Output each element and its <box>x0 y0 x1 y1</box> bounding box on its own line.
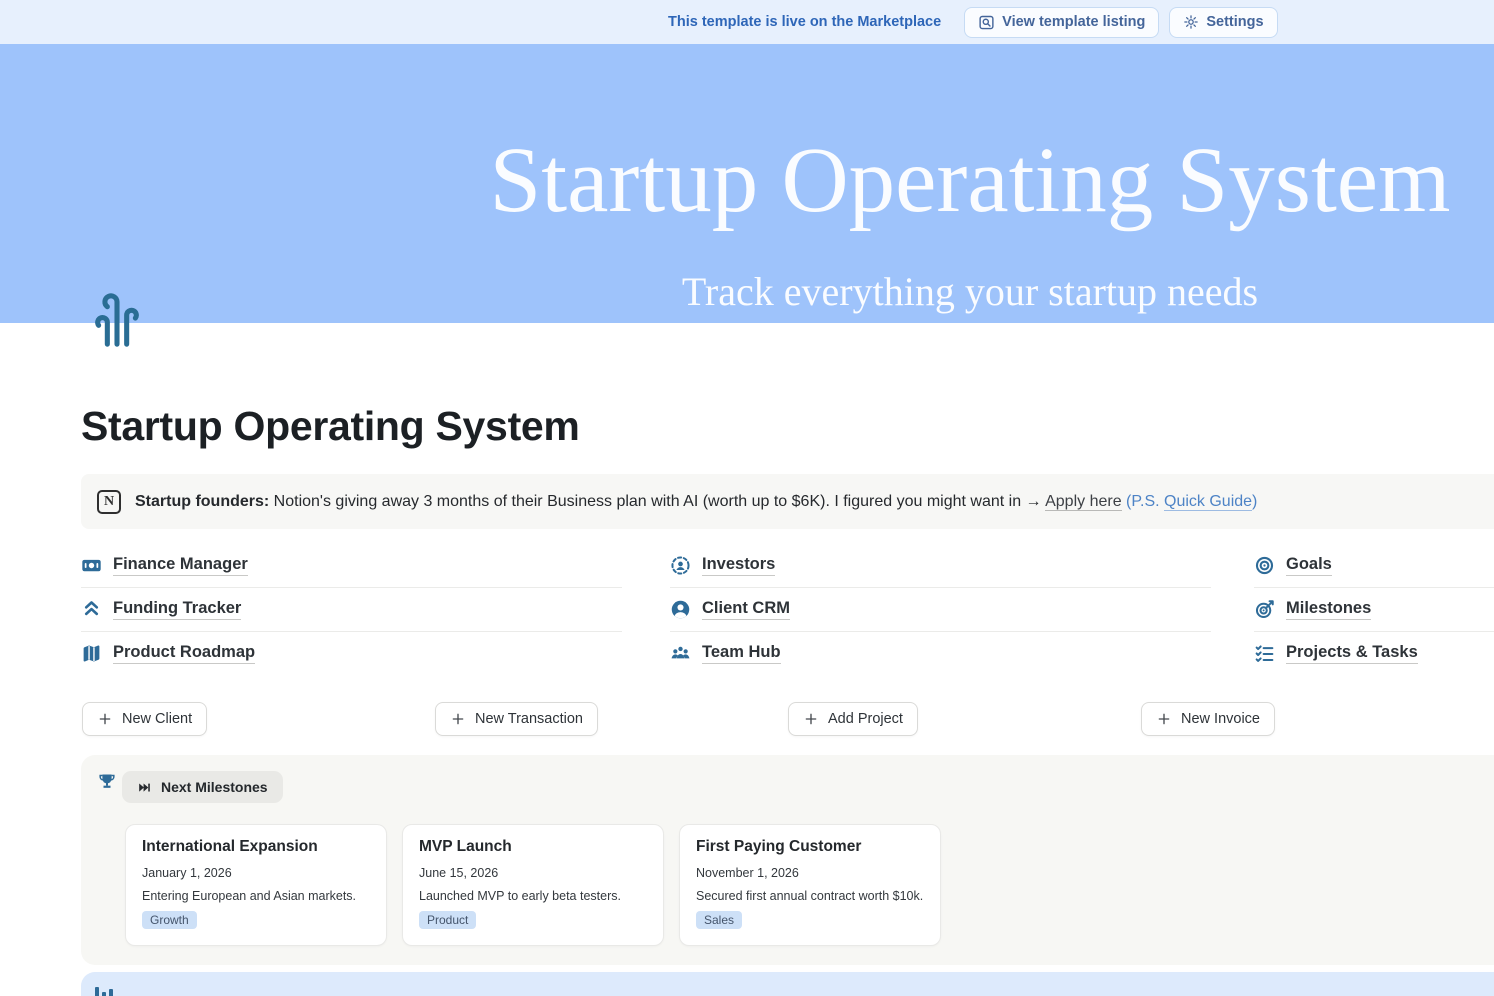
page-link-label: Investors <box>702 555 775 577</box>
page-link-label: Product Roadmap <box>113 643 255 665</box>
ps-text: (P.S. <box>1122 493 1164 510</box>
cover-title: Startup Operating System <box>0 130 1494 232</box>
milestone-description: Launched MVP to early beta testers. <box>419 889 647 903</box>
milestone-tag: Sales <box>696 911 742 929</box>
milestone-tag: Product <box>419 911 476 929</box>
milestone-card[interactable]: First Paying Customer November 1, 2026 S… <box>679 824 941 946</box>
new-invoice-button[interactable]: New Invoice <box>1141 702 1275 736</box>
milestone-date: June 15, 2026 <box>419 866 647 880</box>
action-button-label: Add Project <box>828 711 903 727</box>
plus-icon <box>97 711 113 727</box>
skip-forward-icon <box>137 780 152 795</box>
quick-guide-link[interactable]: Quick Guide <box>1164 493 1252 511</box>
page-link-label: Funding Tracker <box>113 599 241 621</box>
page-link-product-roadmap[interactable]: Product Roadmap <box>81 632 622 675</box>
view-template-listing-label: View template listing <box>1002 14 1145 30</box>
milestone-date: November 1, 2026 <box>696 866 924 880</box>
milestone-date: January 1, 2026 <box>142 866 370 880</box>
milestone-title: MVP Launch <box>419 838 647 856</box>
milestone-cards: International Expansion January 1, 2026 … <box>125 824 941 946</box>
page-link-milestones[interactable]: Milestones <box>1254 588 1494 631</box>
checklist-icon <box>1254 643 1275 664</box>
links-column-2: Investors Client CRM <box>670 544 1211 675</box>
notion-logo-icon: N <box>97 490 121 514</box>
milestone-title: International Expansion <box>142 838 370 856</box>
milestone-tag: Growth <box>142 911 197 929</box>
marketplace-banner-content: This template is live on the Marketplace… <box>668 0 1278 44</box>
new-client-button[interactable]: New Client <box>82 702 207 736</box>
cover-subtitle: Track everything your startup needs <box>0 268 1494 315</box>
settings-button[interactable]: Settings <box>1169 7 1277 38</box>
map-icon <box>81 643 102 664</box>
page-link-finance-manager[interactable]: Finance Manager <box>81 544 622 587</box>
milestone-card[interactable]: International Expansion January 1, 2026 … <box>125 824 387 946</box>
page-link-label: Client CRM <box>702 599 790 621</box>
notion-page: This template is live on the Marketplace… <box>0 0 1494 996</box>
marketplace-banner: This template is live on the Marketplace… <box>0 0 1494 44</box>
page-link-team-hub[interactable]: Team Hub <box>670 632 1211 675</box>
milestone-description: Entering European and Asian markets. <box>142 889 370 903</box>
promo-body-text: Notion's giving away 3 months of their B… <box>269 493 1045 510</box>
plus-icon <box>1156 711 1172 727</box>
template-listing-icon <box>978 14 995 31</box>
page-link-goals[interactable]: Goals <box>1254 544 1494 587</box>
page-link-label: Projects & Tasks <box>1286 643 1418 665</box>
add-project-button[interactable]: Add Project <box>788 702 918 736</box>
promo-bold-text: Startup founders: <box>135 493 269 510</box>
page-link-label: Team Hub <box>702 643 781 665</box>
user-circle-icon <box>670 599 691 620</box>
settings-label: Settings <box>1206 14 1263 30</box>
next-milestones-label: Next Milestones <box>161 779 268 795</box>
page-link-label: Milestones <box>1286 599 1371 621</box>
milestone-title: First Paying Customer <box>696 838 924 856</box>
quick-links: Finance Manager Funding Tracker <box>81 544 1494 680</box>
chevrons-up-icon <box>81 599 102 620</box>
trophy-icon <box>97 772 117 792</box>
page-link-investors[interactable]: Investors <box>670 544 1211 587</box>
page-link-projects-tasks[interactable]: Projects & Tasks <box>1254 632 1494 675</box>
promo-callout-text: Startup founders: Notion's giving away 3… <box>135 493 1257 511</box>
links-column-3: Goals Milestones <box>1254 544 1494 675</box>
links-column-1: Finance Manager Funding Tracker <box>81 544 622 675</box>
wind-icon[interactable] <box>88 291 148 351</box>
banknote-icon <box>81 555 102 576</box>
next-milestones-section: Next Milestones International Expansion … <box>81 755 1494 965</box>
page-link-funding-tracker[interactable]: Funding Tracker <box>81 588 622 631</box>
action-button-label: New Transaction <box>475 711 583 727</box>
next-milestones-button[interactable]: Next Milestones <box>122 771 283 803</box>
next-section-partial <box>81 972 1494 996</box>
page-link-label: Goals <box>1286 555 1332 577</box>
milestone-card[interactable]: MVP Launch June 15, 2026 Launched MVP to… <box>402 824 664 946</box>
apply-here-link[interactable]: Apply here <box>1045 493 1122 511</box>
partial-icon <box>95 987 113 996</box>
page-link-client-crm[interactable]: Client CRM <box>670 588 1211 631</box>
action-button-label: New Client <box>122 711 192 727</box>
person-dashed-circle-icon <box>670 555 691 576</box>
milestone-description: Secured first annual contract worth $10k… <box>696 889 924 903</box>
gear-icon <box>1183 14 1199 30</box>
marketplace-status-text: This template is live on the Marketplace <box>668 14 941 30</box>
ps-close-paren: ) <box>1252 493 1257 510</box>
cover-image[interactable]: Startup Operating System Track everythin… <box>0 44 1494 323</box>
plus-icon <box>803 711 819 727</box>
promo-callout: N Startup founders: Notion's giving away… <box>81 474 1494 529</box>
goal-target-icon <box>1254 599 1275 620</box>
target-icon <box>1254 555 1275 576</box>
plus-icon <box>450 711 466 727</box>
page-link-label: Finance Manager <box>113 555 248 577</box>
users-icon <box>670 643 691 664</box>
page-title: Startup Operating System <box>81 403 580 450</box>
view-template-listing-button[interactable]: View template listing <box>964 7 1159 38</box>
action-button-label: New Invoice <box>1181 711 1260 727</box>
new-transaction-button[interactable]: New Transaction <box>435 702 598 736</box>
